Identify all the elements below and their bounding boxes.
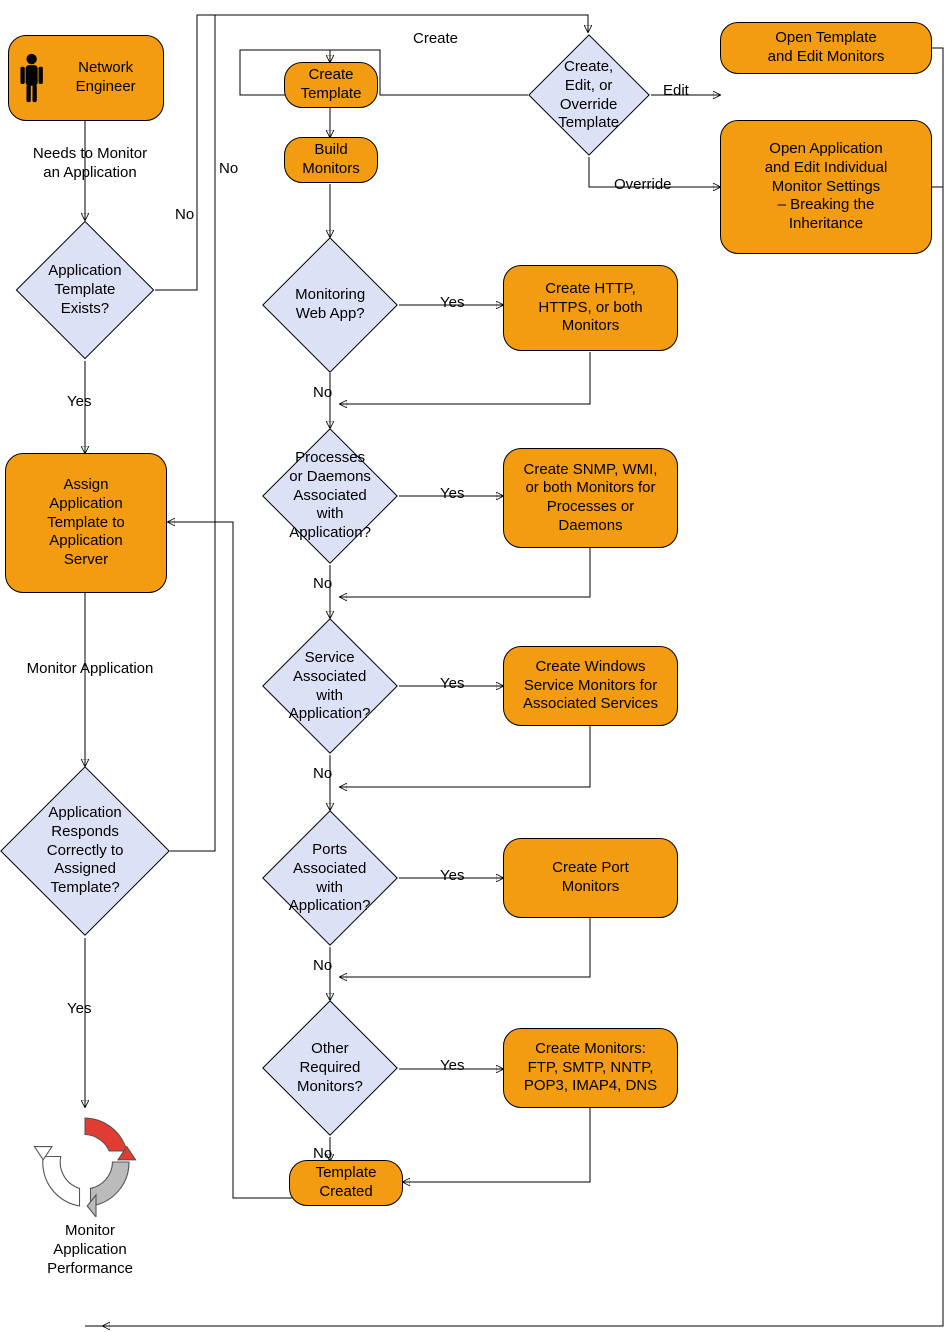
decision-service: ServiceAssociated withApplication? [262,618,398,754]
decision-processes: Processesor DaemonsAssociated withApplic… [262,428,398,564]
process-template-created: TemplateCreated [289,1160,403,1206]
label-needs-monitor: Needs to Monitoran Application [15,145,165,183]
label-monitor-perf: MonitorApplicationPerformance [35,1222,145,1278]
label-no-2: No [219,160,238,179]
actor-label: Network Engineer [54,59,157,97]
label-no-svc: No [313,765,332,784]
process-assign-template: AssignApplicationTemplate toApplicationS… [5,453,167,593]
decision-other: Other RequiredMonitors? [262,1000,398,1136]
process-create-other: Create Monitors:FTP, SMTP, NNTP,POP3, IM… [503,1028,678,1108]
decision-monitoring-web: MonitoringWeb App? [262,237,398,373]
label-create: Create [413,30,458,49]
decision-ports: PortsAssociated withApplication? [262,810,398,946]
decision-responds: ApplicationRespondsCorrectly toAssignedT… [0,766,170,936]
process-create-template: CreateTemplate [284,62,378,108]
label-yes-other: Yes [440,1057,464,1076]
label-no-proc: No [313,575,332,594]
label-no-1: No [175,206,194,225]
person-icon [17,48,46,108]
process-create-http: Create HTTP,HTTPS, or bothMonitors [503,265,678,351]
flowchart-canvas: Network Engineer Needs to Monitoran Appl… [0,0,950,1332]
decision-template-exists: ApplicationTemplateExists? [16,221,155,360]
process-build-monitors: BuildMonitors [284,137,378,183]
decision-create-edit-override: Create,Edit, orOverrideTemplate [528,34,650,156]
label-yes-2: Yes [67,1000,91,1019]
process-create-snmp: Create SNMP, WMI,or both Monitors forPro… [503,448,678,548]
label-yes-ports: Yes [440,867,464,886]
label-yes-proc: Yes [440,485,464,504]
label-no-web: No [313,384,332,403]
process-create-port: Create PortMonitors [503,838,678,918]
label-no-ports: No [313,957,332,976]
label-edit: Edit [663,82,689,101]
label-override: Override [614,176,672,195]
label-yes-1: Yes [67,393,91,412]
process-open-app-edit: Open Applicationand Edit IndividualMonit… [720,120,932,254]
process-open-template-edit: Open Templateand Edit Monitors [720,22,932,74]
process-create-win-svc: Create WindowsService Monitors forAssoci… [503,646,678,726]
label-yes-web: Yes [440,294,464,313]
cycle-icon [30,1107,140,1217]
actor-network-engineer: Network Engineer [8,35,164,121]
label-monitor-app: Monitor Application [20,660,160,679]
label-yes-svc: Yes [440,675,464,694]
